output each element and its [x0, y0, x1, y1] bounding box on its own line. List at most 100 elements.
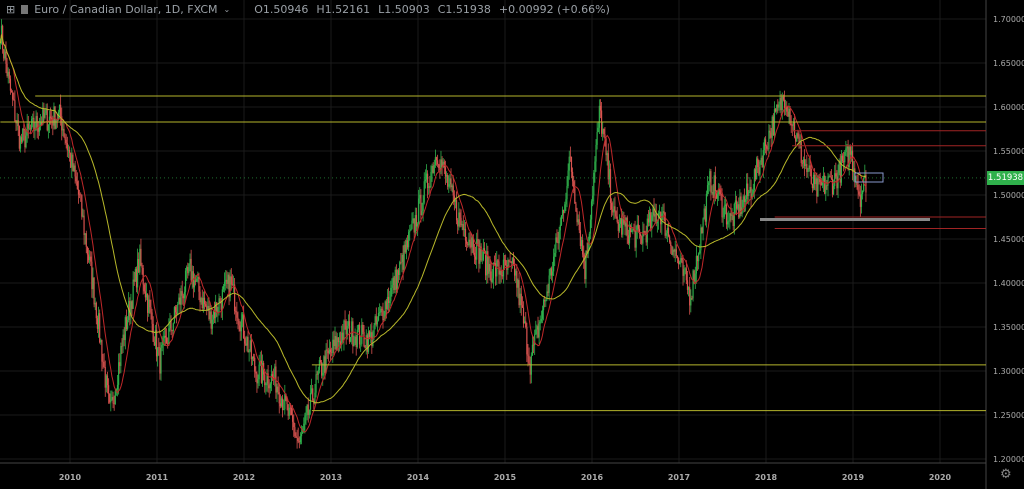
candle-body	[333, 339, 335, 347]
candle-body	[712, 191, 714, 199]
candle-body	[238, 320, 240, 326]
expand-icon[interactable]: ⊞	[6, 3, 15, 16]
candle-body	[286, 400, 288, 405]
candle-body	[571, 171, 574, 182]
candle-body	[828, 176, 830, 178]
candle-body	[404, 244, 406, 253]
candle-body	[95, 302, 97, 319]
candle-body	[84, 233, 86, 235]
candle-body	[178, 297, 180, 304]
candle-body	[379, 312, 381, 313]
candle-body	[350, 337, 352, 342]
candle-body	[509, 261, 511, 262]
candle-body	[423, 181, 425, 203]
candle-body	[831, 178, 834, 195]
candle-body	[322, 372, 324, 376]
symbol-title[interactable]: Euro / Canadian Dollar, 1D, FXCM	[34, 3, 217, 16]
candle-body	[394, 269, 396, 291]
candle-body	[754, 169, 757, 180]
candle-body	[820, 182, 822, 186]
candle-body	[4, 51, 6, 59]
candle-body	[579, 230, 581, 247]
candle-body	[738, 204, 740, 218]
candle-body	[811, 183, 813, 189]
candle-body	[94, 302, 96, 305]
candle-body	[203, 297, 206, 305]
candle-body	[796, 133, 798, 142]
candle-body	[38, 126, 41, 132]
candle-body	[758, 167, 760, 175]
candle-body	[858, 191, 860, 195]
candle-body	[52, 119, 54, 126]
candle-body	[672, 250, 674, 255]
candle-body	[518, 280, 520, 306]
candle-body	[597, 127, 599, 133]
candle-body	[304, 415, 306, 424]
candle-body	[73, 165, 75, 172]
candle-body	[392, 277, 394, 286]
candle-body	[549, 268, 551, 276]
candle-body	[554, 252, 556, 257]
candle-body	[680, 258, 682, 263]
candle-body	[334, 336, 336, 347]
candle-body	[644, 231, 646, 233]
candle-body	[658, 212, 661, 214]
candle-body	[106, 375, 109, 386]
candle-body	[10, 90, 13, 93]
open-value: O1.50946	[254, 3, 309, 16]
settings-gear-icon[interactable]: ⚙	[1000, 467, 1012, 482]
candle-body	[148, 299, 150, 313]
candle-body	[513, 264, 516, 276]
candle-body	[157, 347, 159, 357]
candle-body	[426, 173, 429, 188]
candle-body	[354, 336, 356, 344]
candle-body	[805, 164, 807, 167]
candle-body	[795, 137, 797, 142]
candle-body	[159, 347, 161, 374]
candle-body	[132, 279, 134, 309]
candle-body	[614, 206, 616, 212]
candle-body	[511, 257, 513, 263]
candle-body	[387, 296, 390, 303]
candle-body	[531, 344, 534, 356]
candle-body	[781, 96, 783, 111]
price-chart[interactable]: 1.70000 1.65000 1.60000 1.55000 1.50000 1.450…	[0, 0, 1024, 489]
candle-body	[812, 174, 815, 189]
candle-body	[559, 224, 561, 231]
candle-body	[135, 268, 138, 288]
candle-body	[395, 269, 397, 290]
candle-body	[517, 280, 519, 288]
x-tick-label: 2019	[842, 473, 865, 482]
candle-body	[167, 343, 169, 345]
candle-body	[651, 215, 653, 229]
candle-body	[249, 340, 251, 351]
candle-body	[348, 321, 351, 342]
candle-body	[147, 293, 149, 313]
candle-body	[478, 240, 480, 264]
candle-body	[606, 153, 608, 156]
candle-body	[434, 157, 436, 165]
candle-body	[788, 108, 790, 117]
candle-body	[550, 268, 552, 276]
candle-body	[80, 194, 82, 196]
candle-body	[389, 301, 391, 303]
candle-body	[241, 314, 244, 320]
candle-body	[179, 297, 181, 305]
candle-body	[254, 357, 256, 372]
candle-body	[235, 311, 237, 313]
candle-body	[569, 156, 571, 158]
chevron-down-icon[interactable]: ⌄	[224, 5, 231, 14]
candle-body	[631, 230, 633, 233]
candle-body	[782, 96, 784, 100]
candle-body	[488, 264, 490, 274]
candle-body	[859, 194, 861, 207]
candle-body	[749, 186, 751, 192]
candle-body	[560, 215, 563, 225]
candle-body	[433, 164, 435, 174]
candle-body	[747, 183, 749, 197]
candle-body	[46, 108, 48, 131]
gray-range-box	[760, 218, 930, 221]
candle-body	[702, 218, 704, 234]
candle-body	[29, 128, 32, 130]
candle-body	[497, 260, 499, 262]
